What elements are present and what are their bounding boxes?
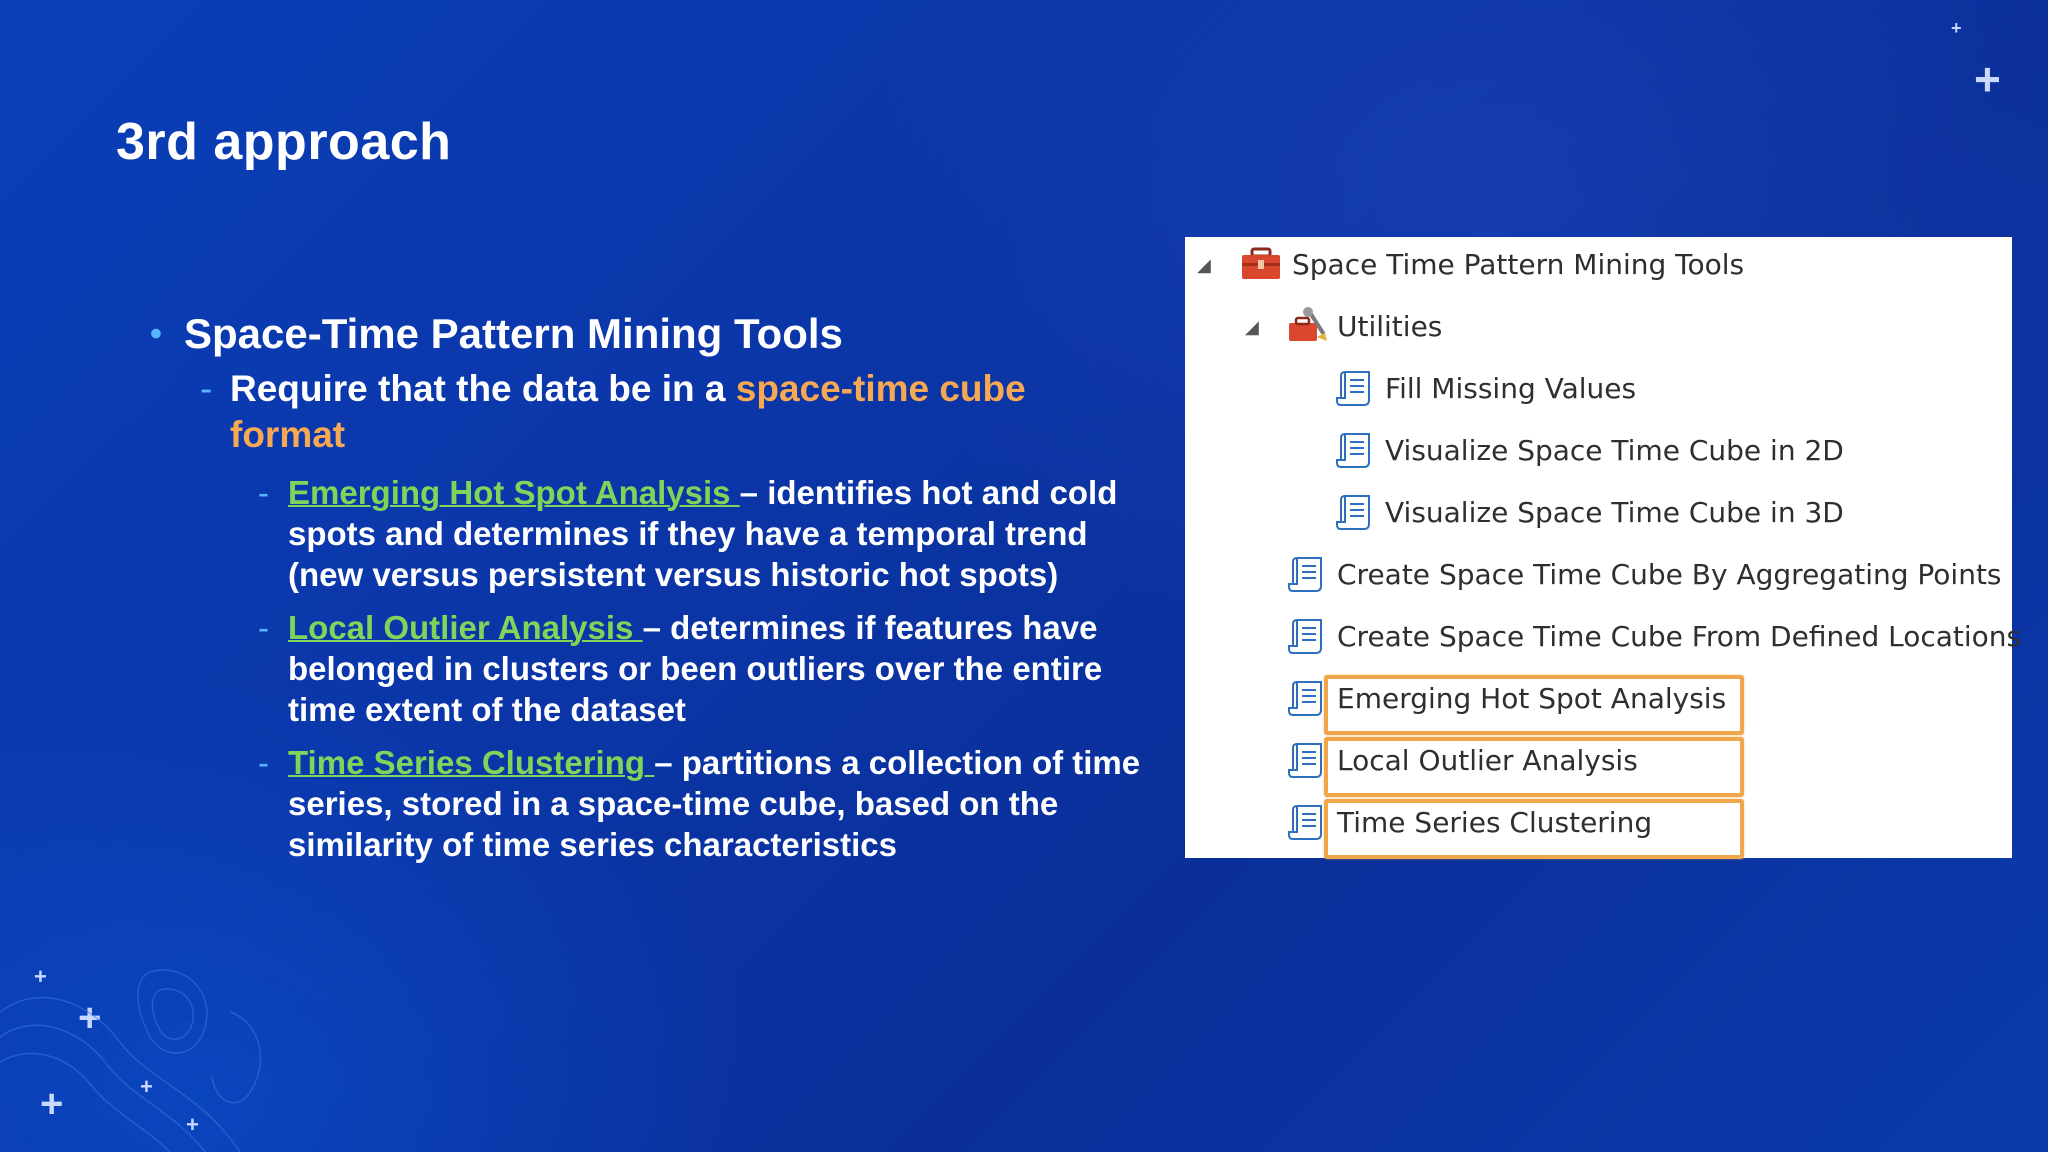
script-tool-icon [1288, 557, 1322, 592]
collapse-caret-icon[interactable]: ◢ [1245, 317, 1259, 338]
bullet-level-2: - Require that the data be in a space-ti… [200, 366, 1160, 458]
script-tool-icon [1336, 495, 1370, 530]
tree-item-label: Utilities [1337, 309, 1443, 343]
toolbox-icon [1242, 247, 1280, 279]
bullet-dash-icon: - [200, 368, 213, 409]
tree-item-label: Create Space Time Cube By Aggregating Po… [1337, 557, 2002, 591]
tool-link-time-series-clustering[interactable]: Time Series Clustering [288, 744, 654, 781]
tree-item-label: Space Time Pattern Mining Tools [1292, 247, 1745, 281]
sub-highlight-2: format [230, 414, 346, 455]
tool-bullet-body: Local Outlier Analysis – determines if f… [288, 607, 1160, 730]
plus-decoration-icon: + [1974, 53, 2001, 105]
collapse-caret-icon[interactable]: ◢ [1197, 255, 1211, 276]
tree-item-label: Create Space Time Cube From Defined Loca… [1337, 619, 2022, 653]
script-tool-icon [1288, 743, 1322, 778]
tool-bullet-body: Emerging Hot Spot Analysis – identifies … [288, 472, 1160, 595]
tool-link-local-outlier[interactable]: Local Outlier Analysis [288, 609, 643, 646]
tree-item-tool[interactable]: Create Space Time Cube By Aggregating Po… [1287, 549, 2002, 599]
tool-bullet-body: Time Series Clustering – partitions a co… [288, 742, 1160, 865]
tree-item-tool[interactable]: Create Space Time Cube From Defined Loca… [1287, 611, 2021, 661]
tool-bullet: - Local Outlier Analysis – determines if… [258, 607, 1160, 730]
bullet-dot-icon: • [150, 315, 162, 353]
toolbox-tree-panel: ◢ Space Time Pattern Mining Tools ◢ Util… [1185, 237, 2021, 859]
highlight-box-time-series [1324, 799, 1744, 859]
bullet-main-text: Space-Time Pattern Mining Tools [184, 310, 843, 357]
tool-bullet: - Time Series Clustering – partitions a … [258, 742, 1160, 865]
sub-prefix: Require that the data be in a [230, 368, 726, 409]
bullet-dash-icon: - [258, 609, 269, 646]
tree-item-label: Fill Missing Values [1385, 371, 1637, 405]
bullet-list: • Space-Time Pattern Mining Tools - Requ… [150, 306, 1160, 865]
tree-item-tool[interactable]: Fill Missing Values [1335, 363, 1636, 413]
tree-item-label: Visualize Space Time Cube in 2D [1385, 433, 1844, 467]
tree-item-tool[interactable]: Visualize Space Time Cube in 2D [1335, 425, 1844, 475]
script-tool-icon [1288, 619, 1322, 654]
contour-decoration [0, 969, 262, 1152]
script-tool-icon [1288, 805, 1322, 840]
tool-bullet: - Emerging Hot Spot Analysis – identifie… [258, 472, 1160, 595]
tree-item-label: Visualize Space Time Cube in 3D [1385, 495, 1844, 529]
script-tool-icon [1336, 371, 1370, 406]
plus-decoration-icon: + [1951, 18, 1962, 38]
sub-highlight: space-time cube [735, 368, 1026, 409]
bullet-level-1: • Space-Time Pattern Mining Tools [150, 306, 1160, 362]
toolset-icon [1289, 307, 1327, 341]
sub-bullet-text: Require that the data be in a space-time… [230, 366, 1026, 458]
bullet-dash-icon: - [258, 744, 269, 781]
tree-item-utilities[interactable]: Utilities [1287, 301, 1442, 351]
slide-title: 3rd approach [116, 113, 452, 171]
highlight-box-emerging [1324, 675, 1744, 735]
tree-item-toolbox[interactable]: Space Time Pattern Mining Tools [1240, 239, 1744, 289]
script-tool-icon [1336, 433, 1370, 468]
script-tool-icon [1288, 681, 1322, 716]
bullet-dash-icon: - [258, 474, 269, 511]
highlight-box-local-outlier [1324, 737, 1744, 797]
tool-link-emerging-hot-spot[interactable]: Emerging Hot Spot Analysis [288, 474, 740, 511]
tree-item-tool[interactable]: Visualize Space Time Cube in 3D [1335, 487, 1844, 537]
